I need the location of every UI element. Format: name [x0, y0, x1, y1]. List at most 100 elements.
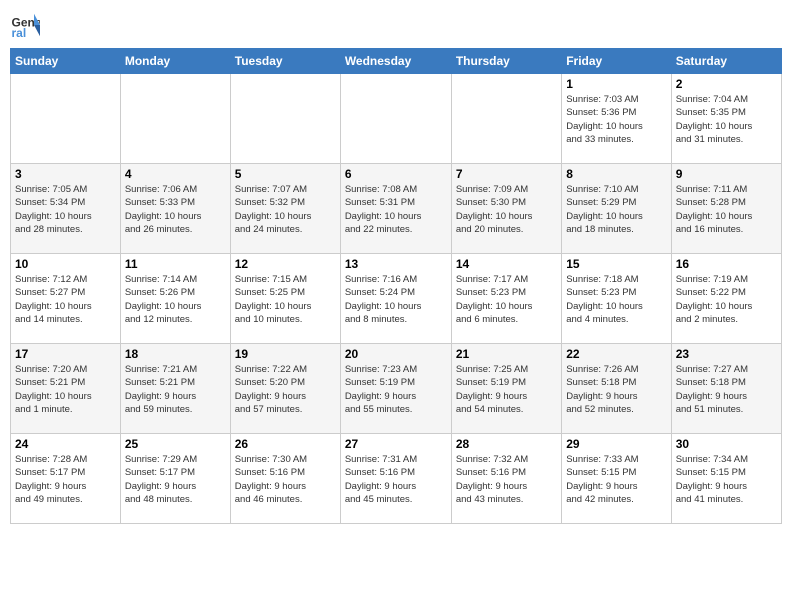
- day-number: 2: [676, 77, 777, 91]
- day-info: Sunrise: 7:08 AM Sunset: 5:31 PM Dayligh…: [345, 183, 447, 236]
- calendar-cell: 24Sunrise: 7:28 AM Sunset: 5:17 PM Dayli…: [11, 434, 121, 524]
- day-info: Sunrise: 7:33 AM Sunset: 5:15 PM Dayligh…: [566, 453, 666, 506]
- day-info: Sunrise: 7:09 AM Sunset: 5:30 PM Dayligh…: [456, 183, 557, 236]
- calendar-week-4: 17Sunrise: 7:20 AM Sunset: 5:21 PM Dayli…: [11, 344, 782, 434]
- calendar-header-wednesday: Wednesday: [340, 49, 451, 74]
- day-info: Sunrise: 7:06 AM Sunset: 5:33 PM Dayligh…: [125, 183, 226, 236]
- day-number: 11: [125, 257, 226, 271]
- day-info: Sunrise: 7:19 AM Sunset: 5:22 PM Dayligh…: [676, 273, 777, 326]
- calendar-cell: 22Sunrise: 7:26 AM Sunset: 5:18 PM Dayli…: [562, 344, 671, 434]
- day-info: Sunrise: 7:25 AM Sunset: 5:19 PM Dayligh…: [456, 363, 557, 416]
- day-number: 25: [125, 437, 226, 451]
- day-info: Sunrise: 7:07 AM Sunset: 5:32 PM Dayligh…: [235, 183, 336, 236]
- day-number: 14: [456, 257, 557, 271]
- calendar-table: SundayMondayTuesdayWednesdayThursdayFrid…: [10, 48, 782, 524]
- day-info: Sunrise: 7:27 AM Sunset: 5:18 PM Dayligh…: [676, 363, 777, 416]
- day-number: 29: [566, 437, 666, 451]
- day-number: 28: [456, 437, 557, 451]
- day-number: 24: [15, 437, 116, 451]
- calendar-cell: 21 Sunrise: 7:25 AM Sunset: 5:19 PM Dayli…: [451, 344, 561, 434]
- calendar-cell: 14 Sunrise: 7:17 AM Sunset: 5:23 PM Dayli…: [451, 254, 561, 344]
- calendar-cell: 16Sunrise: 7:19 AM Sunset: 5:22 PM Dayli…: [671, 254, 781, 344]
- day-number: 20: [345, 347, 447, 361]
- day-number: 13: [345, 257, 447, 271]
- day-number: 9: [676, 167, 777, 181]
- calendar-cell: 12 Sunrise: 7:15 AM Sunset: 5:25 PM Dayli…: [230, 254, 340, 344]
- logo: Gene ral: [10, 10, 42, 40]
- day-info: Sunrise: 7:18 AM Sunset: 5:23 PM Dayligh…: [566, 273, 666, 326]
- calendar-cell: [230, 74, 340, 164]
- calendar-cell: 23 Sunrise: 7:27 AM Sunset: 5:18 PM Dayli…: [671, 344, 781, 434]
- calendar-week-5: 24Sunrise: 7:28 AM Sunset: 5:17 PM Dayli…: [11, 434, 782, 524]
- day-info: Sunrise: 7:14 AM Sunset: 5:26 PM Dayligh…: [125, 273, 226, 326]
- calendar-header-thursday: Thursday: [451, 49, 561, 74]
- day-info: Sunrise: 7:15 AM Sunset: 5:25 PM Dayligh…: [235, 273, 336, 326]
- calendar-cell: [11, 74, 121, 164]
- calendar-cell: 5 Sunrise: 7:07 AM Sunset: 5:32 PM Daylig…: [230, 164, 340, 254]
- day-number: 12: [235, 257, 336, 271]
- calendar-cell: 17Sunrise: 7:20 AM Sunset: 5:21 PM Dayli…: [11, 344, 121, 434]
- day-number: 8: [566, 167, 666, 181]
- calendar-week-2: 3 Sunrise: 7:05 AM Sunset: 5:34 PM Daylig…: [11, 164, 782, 254]
- calendar-header-friday: Friday: [562, 49, 671, 74]
- calendar-cell: 15 Sunrise: 7:18 AM Sunset: 5:23 PM Dayli…: [562, 254, 671, 344]
- day-number: 27: [345, 437, 447, 451]
- day-info: Sunrise: 7:04 AM Sunset: 5:35 PM Dayligh…: [676, 93, 777, 146]
- calendar-cell: 3 Sunrise: 7:05 AM Sunset: 5:34 PM Daylig…: [11, 164, 121, 254]
- calendar-header-saturday: Saturday: [671, 49, 781, 74]
- day-number: 7: [456, 167, 557, 181]
- calendar-cell: 18 Sunrise: 7:21 AM Sunset: 5:21 PM Dayli…: [120, 344, 230, 434]
- day-info: Sunrise: 7:32 AM Sunset: 5:16 PM Dayligh…: [456, 453, 557, 506]
- calendar-cell: [451, 74, 561, 164]
- day-info: Sunrise: 7:05 AM Sunset: 5:34 PM Dayligh…: [15, 183, 116, 236]
- day-number: 21: [456, 347, 557, 361]
- day-number: 23: [676, 347, 777, 361]
- calendar-cell: 19 Sunrise: 7:22 AM Sunset: 5:20 PM Dayli…: [230, 344, 340, 434]
- calendar-cell: 4Sunrise: 7:06 AM Sunset: 5:33 PM Daylig…: [120, 164, 230, 254]
- day-number: 18: [125, 347, 226, 361]
- calendar-cell: 2 Sunrise: 7:04 AM Sunset: 5:35 PM Daylig…: [671, 74, 781, 164]
- svg-text:ral: ral: [12, 26, 27, 40]
- day-info: Sunrise: 7:30 AM Sunset: 5:16 PM Dayligh…: [235, 453, 336, 506]
- calendar-cell: 13Sunrise: 7:16 AM Sunset: 5:24 PM Dayli…: [340, 254, 451, 344]
- day-info: Sunrise: 7:21 AM Sunset: 5:21 PM Dayligh…: [125, 363, 226, 416]
- day-number: 26: [235, 437, 336, 451]
- calendar-cell: 30Sunrise: 7:34 AM Sunset: 5:15 PM Dayli…: [671, 434, 781, 524]
- day-number: 5: [235, 167, 336, 181]
- calendar-week-3: 10 Sunrise: 7:12 AM Sunset: 5:27 PM Dayli…: [11, 254, 782, 344]
- calendar-cell: 6Sunrise: 7:08 AM Sunset: 5:31 PM Daylig…: [340, 164, 451, 254]
- day-info: Sunrise: 7:29 AM Sunset: 5:17 PM Dayligh…: [125, 453, 226, 506]
- day-number: 3: [15, 167, 116, 181]
- day-info: Sunrise: 7:10 AM Sunset: 5:29 PM Dayligh…: [566, 183, 666, 236]
- day-info: Sunrise: 7:17 AM Sunset: 5:23 PM Dayligh…: [456, 273, 557, 326]
- calendar-cell: [340, 74, 451, 164]
- day-number: 10: [15, 257, 116, 271]
- calendar-header-row: SundayMondayTuesdayWednesdayThursdayFrid…: [11, 49, 782, 74]
- calendar-cell: 9 Sunrise: 7:11 AM Sunset: 5:28 PM Daylig…: [671, 164, 781, 254]
- calendar-cell: 26 Sunrise: 7:30 AM Sunset: 5:16 PM Dayli…: [230, 434, 340, 524]
- logo-icon: Gene ral: [10, 10, 40, 40]
- day-number: 1: [566, 77, 666, 91]
- calendar-week-1: 1 Sunrise: 7:03 AM Sunset: 5:36 PM Daylig…: [11, 74, 782, 164]
- day-info: Sunrise: 7:11 AM Sunset: 5:28 PM Dayligh…: [676, 183, 777, 236]
- calendar-cell: 11 Sunrise: 7:14 AM Sunset: 5:26 PM Dayli…: [120, 254, 230, 344]
- calendar-cell: 1 Sunrise: 7:03 AM Sunset: 5:36 PM Daylig…: [562, 74, 671, 164]
- day-info: Sunrise: 7:31 AM Sunset: 5:16 PM Dayligh…: [345, 453, 447, 506]
- day-number: 19: [235, 347, 336, 361]
- day-number: 17: [15, 347, 116, 361]
- calendar-cell: [120, 74, 230, 164]
- day-info: Sunrise: 7:12 AM Sunset: 5:27 PM Dayligh…: [15, 273, 116, 326]
- calendar-cell: 20 Sunrise: 7:23 AM Sunset: 5:19 PM Dayli…: [340, 344, 451, 434]
- day-info: Sunrise: 7:22 AM Sunset: 5:20 PM Dayligh…: [235, 363, 336, 416]
- calendar-cell: 7 Sunrise: 7:09 AM Sunset: 5:30 PM Daylig…: [451, 164, 561, 254]
- calendar-header-tuesday: Tuesday: [230, 49, 340, 74]
- day-info: Sunrise: 7:23 AM Sunset: 5:19 PM Dayligh…: [345, 363, 447, 416]
- day-info: Sunrise: 7:03 AM Sunset: 5:36 PM Dayligh…: [566, 93, 666, 146]
- calendar-cell: 25 Sunrise: 7:29 AM Sunset: 5:17 PM Dayli…: [120, 434, 230, 524]
- calendar-cell: 29 Sunrise: 7:33 AM Sunset: 5:15 PM Dayli…: [562, 434, 671, 524]
- calendar-cell: 27 Sunrise: 7:31 AM Sunset: 5:16 PM Dayli…: [340, 434, 451, 524]
- day-number: 15: [566, 257, 666, 271]
- calendar-cell: 8 Sunrise: 7:10 AM Sunset: 5:29 PM Daylig…: [562, 164, 671, 254]
- day-info: Sunrise: 7:26 AM Sunset: 5:18 PM Dayligh…: [566, 363, 666, 416]
- calendar-cell: 28 Sunrise: 7:32 AM Sunset: 5:16 PM Dayli…: [451, 434, 561, 524]
